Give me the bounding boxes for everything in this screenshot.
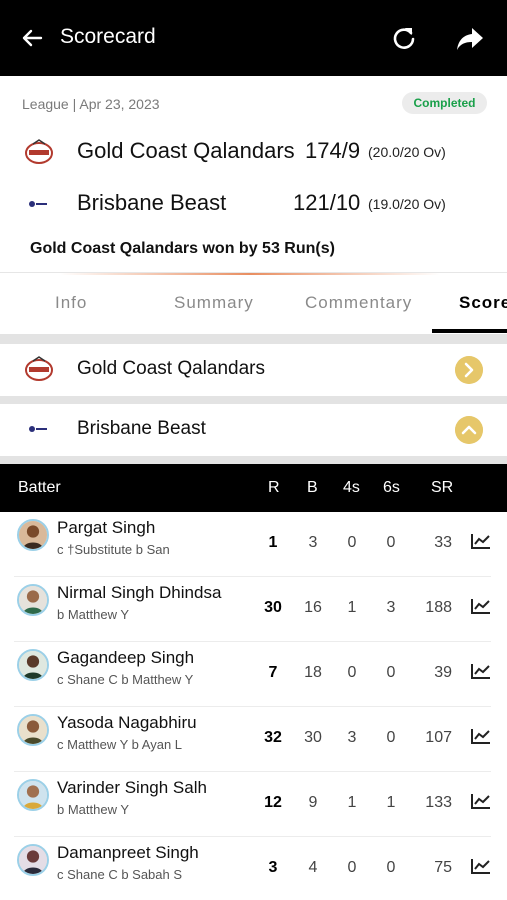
chart-trend-icon[interactable] [470,662,492,680]
batter-name: Damanpreet Singh [57,843,199,862]
runs-value: 1 [268,534,278,551]
avatar [17,779,49,811]
balls-value: 16 [304,599,322,616]
batter-name: Nirmal Singh Dhindsa [57,583,222,602]
chart-trend-icon[interactable] [470,727,492,745]
fours-value: 0 [347,534,357,551]
dismissal-text: c Shane C b Sabah S [57,867,183,882]
column-header-balls: B [307,479,318,496]
team-score: 174/9 [305,138,361,163]
status-badge: Completed [402,92,487,114]
table-row[interactable]: Gagandeep Singh c Shane C b Matthew Y 7 … [0,642,507,707]
column-header-strike-rate: SR [431,479,454,496]
runs-value: 32 [264,729,282,746]
balls-value: 4 [308,859,318,876]
team-logo-icon [25,139,53,164]
team-overs: (20.0/20 Ov) [368,144,446,160]
column-header-fours: 4s [343,479,360,496]
chart-trend-icon[interactable] [470,792,492,810]
avatar [17,584,49,616]
tab-bar-divider [60,273,440,275]
top-app-bar: Scorecard [0,0,507,76]
strike-rate-value: 75 [434,859,452,876]
back-arrow-icon[interactable] [20,26,44,50]
batter-name: Yasoda Nagabhiru [57,713,197,732]
avatar [17,844,49,876]
tab-score[interactable]: Score [459,293,507,313]
fours-value: 3 [347,729,357,746]
fours-value: 1 [347,794,357,811]
team-name: Brisbane Beast [77,190,227,215]
tab-summary[interactable]: Summary [174,293,254,313]
section-divider [0,456,507,464]
dismissal-text: c †Substitute b San [57,542,170,557]
chart-trend-icon[interactable] [470,597,492,615]
chevron-right-icon[interactable] [455,356,483,384]
dismissal-text: b Matthew Y [57,607,130,622]
team-score: 121/10 [293,190,361,215]
team-overs: (19.0/20 Ov) [368,196,446,212]
runs-value: 12 [264,794,282,811]
dismissal-text: b Matthew Y [57,802,130,817]
avatar [17,519,49,551]
runs-value: 3 [268,859,278,876]
match-summary-card: League | Apr 23, 2023 Completed Gold Coa… [0,76,507,272]
tab-info[interactable]: Info [55,293,87,313]
balls-value: 9 [308,794,318,811]
chart-trend-icon[interactable] [470,532,492,550]
balls-value: 3 [308,534,318,551]
strike-rate-value: 133 [425,794,452,811]
dismissal-text: c Matthew Y b Ayan L [57,737,183,752]
team-logo-icon [28,426,50,432]
balls-value: 30 [304,729,322,746]
tab-commentary[interactable]: Commentary [305,293,412,313]
balls-value: 18 [304,664,322,681]
section-divider [0,396,507,404]
chart-trend-icon[interactable] [470,857,492,875]
table-row[interactable]: Nirmal Singh Dhindsa b Matthew Y 30 16 1… [0,577,507,642]
strike-rate-value: 33 [434,534,452,551]
avatar [17,714,49,746]
match-result: Gold Coast Qalandars won by 53 Run(s) [30,240,335,257]
refresh-icon[interactable] [390,24,418,52]
team-logo-icon [28,201,50,207]
strike-rate-value: 188 [425,599,452,616]
table-row[interactable]: Yasoda Nagabhiru c Matthew Y b Ayan L 32… [0,707,507,772]
column-header-runs: R [268,479,280,496]
tab-bar: Info Summary Commentary Score [0,272,507,334]
share-icon[interactable] [455,25,485,53]
dismissal-text: c Shane C b Matthew Y [57,672,194,687]
batting-table-header: Batter R B 4s 6s SR [0,464,507,512]
team-name: Gold Coast Qalandars [77,138,295,163]
active-tab-indicator [432,329,507,333]
match-meta: League | Apr 23, 2023 [22,96,160,112]
column-header-sixes: 6s [383,479,400,496]
section-divider [0,334,507,344]
batter-name: Pargat Singh [57,518,156,537]
table-row[interactable]: Damanpreet Singh c Shane C b Sabah S 3 4… [0,837,507,900]
page-title: Scorecard [60,25,156,48]
team-logo-icon [25,356,53,381]
batter-name: Varinder Singh Salh [57,778,207,797]
team-score-row: Brisbane Beast 121/10 (19.0/20 Ov) [0,184,507,224]
batter-name: Gagandeep Singh [57,648,195,667]
innings-team-name: Gold Coast Qalandars [77,358,265,379]
innings-team-name: Brisbane Beast [77,418,206,439]
innings-header[interactable]: Brisbane Beast [0,404,507,456]
table-row[interactable]: Pargat Singh c †Substitute b San 1 3 0 0… [0,512,507,577]
innings-header[interactable]: Gold Coast Qalandars [0,344,507,396]
team-score-row: Gold Coast Qalandars 174/9 (20.0/20 Ov) [0,132,507,172]
runs-value: 7 [268,664,278,681]
strike-rate-value: 107 [425,729,452,746]
chevron-up-icon[interactable] [455,416,483,444]
fours-value: 0 [347,664,357,681]
runs-value: 30 [264,599,282,616]
strike-rate-value: 39 [434,664,452,681]
column-header-batter: Batter [18,479,61,496]
avatar [17,649,49,681]
fours-value: 1 [347,599,357,616]
table-row[interactable]: Varinder Singh Salh b Matthew Y 12 9 1 1… [0,772,507,837]
fours-value: 0 [347,859,357,876]
